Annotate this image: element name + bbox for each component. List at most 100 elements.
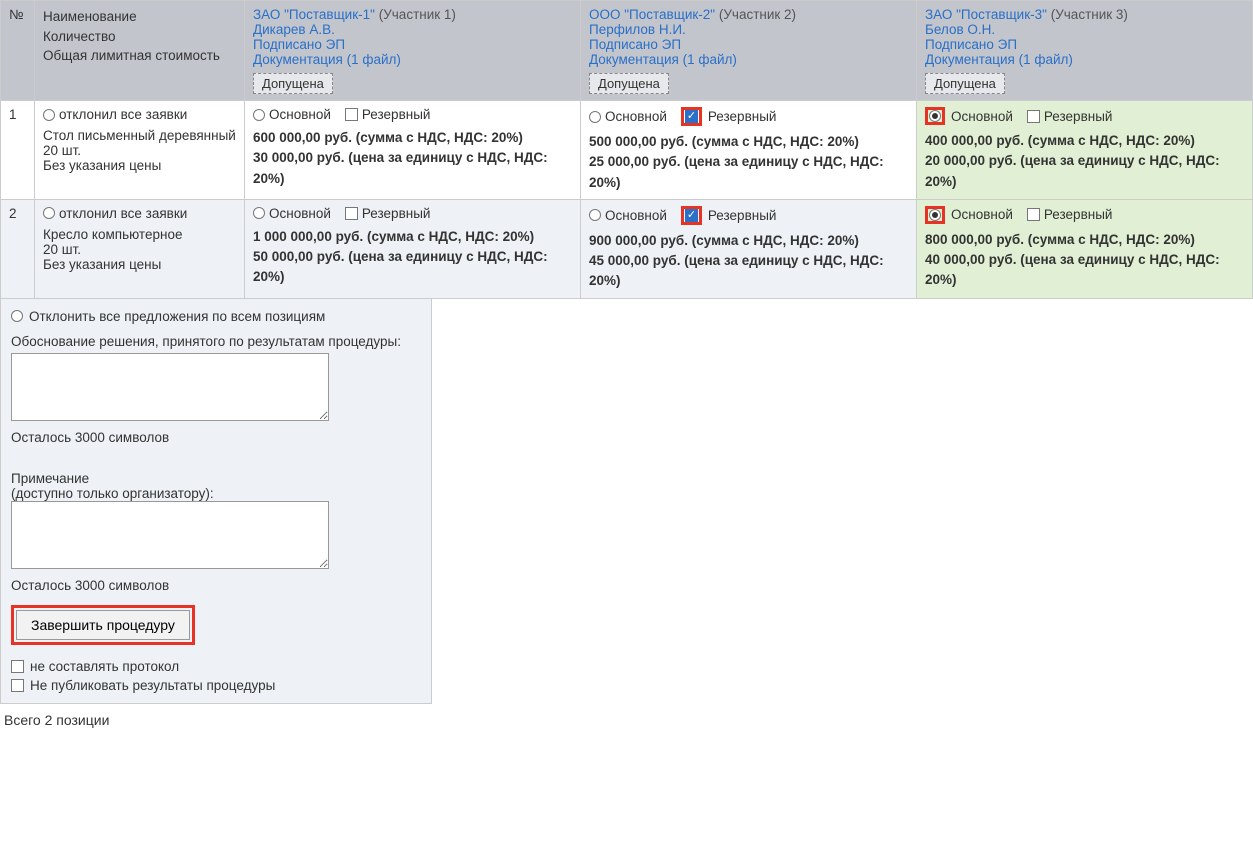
- item-line: 20 шт.: [43, 143, 236, 158]
- header-name-line: Количество: [43, 27, 236, 47]
- offer-main-label: Основной: [951, 109, 1013, 124]
- offer-unit-price: 40 000,00 руб. (цена за единицу с НДС, Н…: [925, 250, 1244, 291]
- finish-procedure-button[interactable]: Завершить процедуру: [16, 610, 190, 640]
- decision-textarea[interactable]: [11, 353, 329, 421]
- offer-reserve-checkbox[interactable]: [685, 209, 698, 222]
- offer-reserve-label: Резервный: [708, 208, 777, 223]
- supplier-status-badge: Допущена: [253, 73, 333, 94]
- item-line: Без указания цены: [43, 257, 236, 272]
- table-row: 2 отклонил все заявки Кресло компьютерное2…: [1, 199, 1253, 298]
- row-num: 2: [1, 199, 35, 298]
- offer-main-label: Основной: [951, 207, 1013, 222]
- offer-sum: 400 000,00 руб. (сумма с НДС, НДС: 20%): [925, 131, 1244, 151]
- offer-cell: Основной Резервный 400 000,00 руб. (сумма …: [917, 101, 1253, 200]
- row-item-cell: отклонил все заявки Стол письменный дерев…: [35, 101, 245, 200]
- header-name: Наименование Количество Общая лимитная с…: [35, 1, 245, 101]
- reject-all-positions-radio[interactable]: [11, 310, 23, 322]
- bottom-panel: Отклонить все предложения по всем позици…: [0, 299, 432, 704]
- offer-main-radio[interactable]: [589, 111, 601, 123]
- reject-all-radio[interactable]: [43, 109, 55, 121]
- offer-cell: Основной Резервный 900 000,00 руб. (сумма …: [581, 199, 917, 298]
- finish-button-highlight: Завершить процедуру: [11, 605, 195, 645]
- offer-main-label: Основной: [269, 107, 331, 122]
- header-supplier-1: ЗАО "Поставщик-1" (Участник 1) Дикарев А…: [245, 1, 581, 101]
- offer-sum: 600 000,00 руб. (сумма с НДС, НДС: 20%): [253, 128, 572, 148]
- offer-unit-price: 50 000,00 руб. (цена за единицу с НДС, Н…: [253, 247, 572, 288]
- item-line: 20 шт.: [43, 242, 236, 257]
- supplier-company-link[interactable]: ООО "Поставщик-2": [589, 7, 715, 22]
- supplier-signed-link[interactable]: Подписано ЭП: [589, 37, 681, 52]
- offers-table: № Наименование Количество Общая лимитная…: [0, 0, 1253, 299]
- item-line: Кресло компьютерное: [43, 227, 236, 242]
- offer-reserve-checkbox[interactable]: [685, 110, 698, 123]
- offer-cell: Основной Резервный 800 000,00 руб. (сумма …: [917, 199, 1253, 298]
- reject-all-radio[interactable]: [43, 207, 55, 219]
- offer-sum: 900 000,00 руб. (сумма с НДС, НДС: 20%): [589, 231, 908, 251]
- offer-unit-price: 25 000,00 руб. (цена за единицу с НДС, Н…: [589, 152, 908, 193]
- offer-reserve-checkbox[interactable]: [345, 108, 358, 121]
- offer-main-radio[interactable]: [589, 209, 601, 221]
- supplier-person-link[interactable]: Дикарев А.В.: [253, 22, 335, 37]
- header-num: №: [1, 1, 35, 101]
- note-label-2: (доступно только организатору):: [11, 486, 421, 501]
- note-textarea[interactable]: [11, 501, 329, 569]
- offer-cell: ОсновнойРезервный1 000 000,00 руб. (сумм…: [245, 199, 581, 298]
- total-positions: Всего 2 позиции: [0, 704, 1253, 736]
- decision-label: Обоснование решения, принятого по резуль…: [11, 334, 421, 349]
- offer-sum: 800 000,00 руб. (сумма с НДС, НДС: 20%): [925, 230, 1244, 250]
- supplier-docs-link[interactable]: Документация (1 файл): [589, 52, 737, 67]
- supplier-status-badge: Допущена: [925, 73, 1005, 94]
- header-supplier-3: ЗАО "Поставщик-3" (Участник 3) Белов О.Н…: [917, 1, 1253, 101]
- header-name-line: Общая лимитная стоимость: [43, 46, 236, 66]
- offer-reserve-label: Резервный: [362, 206, 431, 221]
- row-item-cell: отклонил все заявки Кресло компьютерное20…: [35, 199, 245, 298]
- supplier-participant: (Участник 1): [379, 7, 456, 22]
- supplier-signed-link[interactable]: Подписано ЭП: [253, 37, 345, 52]
- offer-main-label: Основной: [605, 208, 667, 223]
- no-publish-checkbox[interactable]: [11, 679, 24, 692]
- supplier-status-badge: Допущена: [589, 73, 669, 94]
- supplier-person-link[interactable]: Белов О.Н.: [925, 22, 995, 37]
- offer-reserve-label: Резервный: [708, 109, 777, 124]
- supplier-signed-link[interactable]: Подписано ЭП: [925, 37, 1017, 52]
- offer-sum: 500 000,00 руб. (сумма с НДС, НДС: 20%): [589, 132, 908, 152]
- no-protocol-checkbox[interactable]: [11, 660, 24, 673]
- offer-reserve-label: Резервный: [1044, 207, 1113, 222]
- supplier-docs-link[interactable]: Документация (1 файл): [925, 52, 1073, 67]
- offer-main-radio[interactable]: [253, 109, 265, 121]
- no-protocol-label: не составлять протокол: [30, 659, 179, 674]
- offer-cell: Основной Резервный 600 000,00 руб. (сумма …: [245, 101, 581, 200]
- supplier-company-link[interactable]: ЗАО "Поставщик-3": [925, 7, 1047, 22]
- reject-all-positions-label: Отклонить все предложения по всем позици…: [29, 309, 325, 324]
- offer-reserve-label: Резервный: [362, 107, 431, 122]
- offer-reserve-checkbox[interactable]: [345, 207, 358, 220]
- table-row: 1отклонил все заявкиСтол письменный дере…: [1, 101, 1253, 200]
- offer-unit-price: 30 000,00 руб. (цена за единицу с НДС, Н…: [253, 148, 572, 189]
- item-line: Без указания цены: [43, 158, 236, 173]
- offer-main-label: Основной: [605, 109, 667, 124]
- offer-reserve-label: Резервный: [1044, 109, 1113, 124]
- supplier-company-link[interactable]: ЗАО "Поставщик-1": [253, 7, 375, 22]
- offer-cell: Основной Резервный 500 000,00 руб. (сумма …: [581, 101, 917, 200]
- header-name-line: Наименование: [43, 7, 236, 27]
- item-line: Стол письменный деревянный: [43, 128, 236, 143]
- header-supplier-2: ООО "Поставщик-2" (Участник 2) Перфилов …: [581, 1, 917, 101]
- supplier-docs-link[interactable]: Документация (1 файл): [253, 52, 401, 67]
- offer-unit-price: 45 000,00 руб. (цена за единицу с НДС, Н…: [589, 251, 908, 292]
- offer-main-label: Основной: [269, 206, 331, 221]
- supplier-participant: (Участник 3): [1051, 7, 1128, 22]
- offer-main-radio[interactable]: [929, 209, 941, 221]
- offer-reserve-checkbox[interactable]: [1027, 208, 1040, 221]
- reject-all-label: отклонил все заявки: [59, 206, 187, 221]
- offer-unit-price: 20 000,00 руб. (цена за единицу с НДС, Н…: [925, 151, 1244, 192]
- note-label-1: Примечание: [11, 471, 421, 486]
- no-publish-label: Не публиковать результаты процедуры: [30, 678, 275, 693]
- chars-left-2: Осталось 3000 символов: [11, 578, 421, 593]
- reject-all-label: отклонил все заявки: [59, 107, 187, 122]
- offer-reserve-checkbox[interactable]: [1027, 110, 1040, 123]
- supplier-participant: (Участник 2): [719, 7, 796, 22]
- supplier-person-link[interactable]: Перфилов Н.И.: [589, 22, 686, 37]
- offer-main-radio[interactable]: [929, 110, 941, 122]
- header-row: № Наименование Количество Общая лимитная…: [1, 1, 1253, 101]
- offer-main-radio[interactable]: [253, 207, 265, 219]
